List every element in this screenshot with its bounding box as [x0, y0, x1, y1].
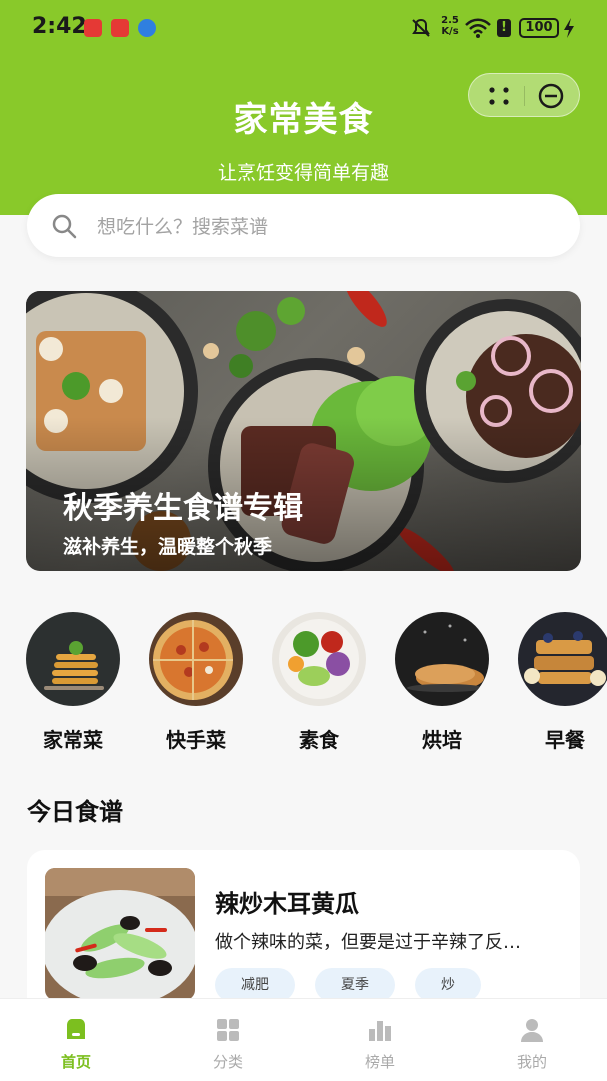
home-icon [67, 1019, 85, 1039]
bottom-tab-bar: 首页 分类 榜单 我的 [0, 998, 607, 1081]
tab-label: 首页 [60, 1053, 91, 1071]
category-image [26, 612, 120, 706]
browser-app-icon [138, 19, 156, 37]
net-speed-unit: K/s [441, 26, 459, 37]
tab-home[interactable]: 首页 [0, 999, 152, 1081]
net-speed: 2.5 K/s [440, 15, 460, 37]
notification-app-icon [111, 19, 129, 37]
recipe-description: 做个辣味的菜，但要是过于辛辣了反… [215, 932, 521, 953]
recipe-tag[interactable]: 炒 [415, 968, 481, 1002]
category-label: 家常菜 [43, 728, 103, 752]
wifi-icon [465, 18, 491, 38]
tab-profile[interactable]: 我的 [456, 999, 607, 1081]
featured-banner[interactable]: 秋季养生食谱专辑 滋补养生，温暖整个秋季 [26, 291, 581, 571]
category-image [518, 612, 607, 706]
search-input[interactable] [95, 194, 559, 259]
search-bar[interactable] [27, 194, 580, 259]
header: 2:42 2.5 K/s ! 100 家常美食 让烹饪变得简单有趣 [0, 0, 607, 215]
category-label: 早餐 [545, 728, 585, 752]
battery-indicator: 100 [519, 18, 559, 38]
recipe-image [45, 868, 195, 1000]
tab-category[interactable]: 分类 [152, 999, 304, 1081]
category-item-breakfast[interactable]: 早餐 [510, 612, 607, 753]
category-label: 素食 [299, 728, 339, 752]
category-list: 家常菜 快手菜 素食 烘培 早餐 [0, 612, 607, 762]
recipe-tag[interactable]: 夏季 [315, 968, 395, 1002]
category-item-vegetarian[interactable]: 素食 [264, 612, 374, 753]
tab-label: 榜单 [364, 1053, 395, 1071]
recipe-tag[interactable]: 减肥 [215, 968, 295, 1002]
page-title: 家常美食 [233, 100, 374, 140]
mute-icon [412, 18, 430, 37]
banner-title: 秋季养生食谱专辑 [63, 491, 303, 526]
recipe-name: 辣炒木耳黄瓜 [215, 890, 359, 918]
category-image [149, 612, 243, 706]
net-speed-value: 2.5 [441, 15, 459, 26]
category-item-baking[interactable]: 烘培 [387, 612, 497, 753]
status-time: 2:42 [32, 14, 87, 39]
charging-icon [564, 18, 574, 38]
tab-label: 我的 [516, 1053, 547, 1071]
section-title-today: 今日食谱 [27, 798, 123, 826]
search-icon [52, 214, 77, 239]
category-item-homestyle[interactable]: 家常菜 [18, 612, 128, 753]
category-image [395, 612, 489, 706]
tab-ranking[interactable]: 榜单 [304, 999, 456, 1081]
category-label: 快手菜 [166, 728, 226, 752]
ranking-icon [369, 1021, 391, 1041]
huawei-app-icon [84, 19, 102, 37]
grid-icon [217, 1019, 239, 1041]
status-bar: 2:42 2.5 K/s ! 100 [0, 0, 607, 58]
category-label: 烘培 [422, 728, 462, 752]
page-subtitle: 让烹饪变得简单有趣 [217, 162, 389, 184]
user-icon [521, 1019, 543, 1042]
alert-icon: ! [497, 19, 511, 37]
banner-overlay [26, 291, 581, 571]
tab-label: 分类 [212, 1053, 243, 1071]
category-item-quick[interactable]: 快手菜 [141, 612, 251, 753]
category-image [272, 612, 366, 706]
banner-subtitle: 滋补养生，温暖整个秋季 [63, 536, 273, 558]
